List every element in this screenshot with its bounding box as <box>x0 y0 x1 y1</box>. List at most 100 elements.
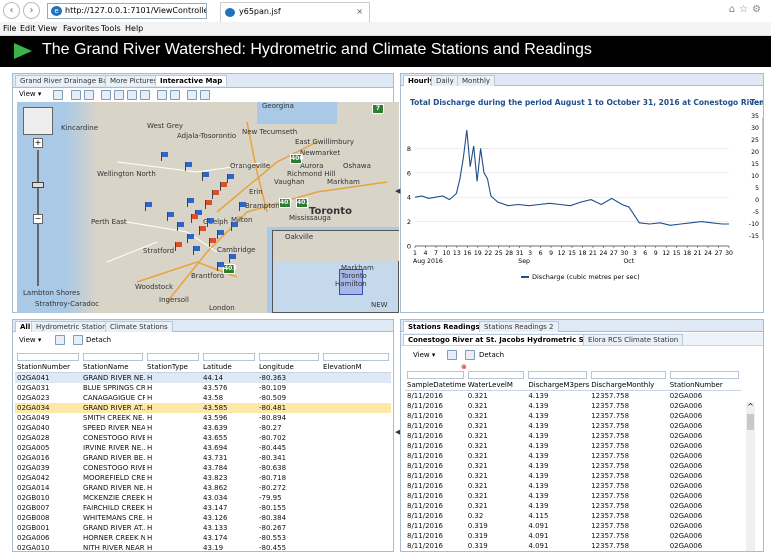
filter-input[interactable] <box>669 371 739 379</box>
station-flag-icon[interactable] <box>231 222 238 231</box>
tab-more-pictures[interactable]: More Pictures <box>105 75 163 86</box>
table-row[interactable]: 8/11/2016 0.321 4.139 12357.758 02GA006 <box>405 461 741 471</box>
station-flag-icon[interactable] <box>217 230 224 239</box>
station-flag-icon[interactable] <box>220 182 227 191</box>
table-row[interactable]: 02GB007 FAIRCHILD CREEK... H 43.147 -80.155 <box>15 503 391 513</box>
table-row[interactable]: 02GA042 MOOREFIELD CRE...H 43.823 -80.718 <box>15 473 391 483</box>
tab-interactive-map[interactable]: Interactive Map <box>155 75 228 86</box>
scrollbar[interactable]: ^ <box>746 402 755 551</box>
filter-input[interactable] <box>259 353 319 361</box>
export-icon[interactable] <box>55 335 65 345</box>
menu-view[interactable]: View <box>38 23 57 35</box>
pointer-icon[interactable] <box>140 90 150 100</box>
filter-input[interactable] <box>147 353 199 361</box>
filter-input[interactable] <box>407 371 464 379</box>
table-row[interactable]: 02GA016 GRAND RIVER BE... H 43.731 -80.341 <box>15 453 391 463</box>
table-row[interactable]: 02GA010 NITH RIVER NEAR... H 43.19 -80.455 <box>15 543 391 551</box>
table-row[interactable]: 02GA040 SPEED RIVER NEA...H 43.639 -80.27 <box>15 423 391 433</box>
table-row[interactable]: 8/11/2016 0.319 4.091 12357.758 02GA006 <box>405 541 741 551</box>
tab-monthly[interactable]: Monthly <box>457 75 496 86</box>
table-row[interactable]: 02GA023 CANAGAGIGUE CR...H 43.58 -80.509 <box>15 393 391 403</box>
back-button[interactable]: ‹ <box>3 2 20 19</box>
filter-input[interactable] <box>203 353 255 361</box>
export-icon[interactable] <box>447 350 457 360</box>
station-flag-icon[interactable] <box>205 200 212 209</box>
station-flag-icon[interactable] <box>199 226 206 235</box>
tab-climate-stations[interactable]: Climate Stations <box>105 321 173 332</box>
column-header[interactable]: DischargeMonthly <box>589 380 668 391</box>
zoom-in-icon[interactable] <box>71 90 81 100</box>
menu-file[interactable]: File <box>3 23 16 35</box>
subtab-conestogo-river[interactable]: Conestogo River at St. Jacobs Hydrometri… <box>403 334 613 345</box>
tab-hydrometric-stations[interactable]: Hydrometric Stations <box>31 321 116 332</box>
browser-tab[interactable]: y65pan.jsf × <box>220 2 370 22</box>
table-row[interactable]: 02GA041 GRAND RIVER NE... H 44.14 -80.363 <box>15 372 391 383</box>
browser-right-icons[interactable]: ⌂☆⚙ <box>729 4 765 15</box>
collapse-arrow-icon[interactable]: ◀ <box>395 187 400 195</box>
filter-input[interactable] <box>17 353 79 361</box>
station-flag-icon[interactable] <box>227 174 234 183</box>
table-row[interactable]: 02GA031 BLUE SPRINGS CR...H 43.576 -80.109 <box>15 383 391 393</box>
table-row[interactable]: 02GA039 CONESTOGO RIVE...H 43.784 -80.638 <box>15 463 391 473</box>
menu-tools[interactable]: Tools <box>101 23 121 35</box>
detach-icon[interactable] <box>73 335 83 345</box>
address-bar[interactable]: ehttp://127.0.0.1:7101/ViewController/fa… <box>47 3 207 19</box>
column-header[interactable]: StationType <box>145 362 201 373</box>
table-row[interactable]: 8/11/2016 0.321 4.139 12357.758 02GA006 <box>405 451 741 461</box>
view-menu[interactable]: View ▾ <box>413 349 435 361</box>
table-row[interactable]: 8/11/2016 0.321 4.139 12357.758 02GA006 <box>405 441 741 451</box>
column-header[interactable]: WaterLevelM <box>465 380 527 391</box>
column-header[interactable]: SampleDatetime <box>405 380 466 391</box>
station-flag-icon[interactable] <box>161 152 168 161</box>
menu-favorites[interactable]: Favorites <box>63 23 99 35</box>
table-row[interactable]: 8/11/2016 0.321 4.139 12357.758 02GA006 <box>405 421 741 431</box>
filter-input[interactable] <box>83 353 143 361</box>
filter-input[interactable] <box>323 353 389 361</box>
view-menu[interactable]: View ▾ <box>19 88 41 100</box>
subtab-elora-climate[interactable]: Elora RCS Climate Station <box>583 334 684 345</box>
scroll-up-icon[interactable]: ^ <box>746 402 755 412</box>
view-menu[interactable]: View ▾ <box>19 334 41 346</box>
table-row[interactable]: 02GA028 CONESTOGO RIVE...H 43.655 -80.702 <box>15 433 391 443</box>
table-row[interactable]: 8/11/2016 0.319 4.091 12357.758 02GA006 <box>405 531 741 541</box>
station-flag-icon[interactable] <box>187 234 194 243</box>
forward-button[interactable]: › <box>23 2 40 19</box>
info-icon[interactable] <box>127 90 137 100</box>
station-flag-icon[interactable] <box>229 254 236 263</box>
station-flag-icon[interactable] <box>212 190 219 199</box>
table-row[interactable]: 8/11/2016 0.321 4.139 12357.758 02GA006 <box>405 411 741 421</box>
station-flag-icon[interactable] <box>193 246 200 255</box>
diamond-icon[interactable] <box>200 90 210 100</box>
column-header[interactable]: Longitude <box>257 362 321 373</box>
scroll-thumb[interactable] <box>747 414 754 430</box>
table-row[interactable]: 02GA034 GRAND RIVER AT... H 43.585 -80.481 <box>15 403 391 413</box>
menu-edit[interactable]: Edit <box>20 23 36 35</box>
table-row[interactable]: 02GA049 SMITH CREEK NE... H 43.596 -80.894 <box>15 413 391 423</box>
station-flag-icon[interactable] <box>217 262 224 271</box>
table-row[interactable]: 8/11/2016 0.321 4.139 12357.758 02GA006 <box>405 401 741 411</box>
table-row[interactable]: 02GB001 GRAND RIVER AT... H 43.133 -80.267 <box>15 523 391 533</box>
column-header[interactable]: Latitude <box>201 362 257 373</box>
select-icon[interactable] <box>101 90 111 100</box>
filter-input[interactable] <box>591 371 666 379</box>
column-header[interactable]: StationNumber <box>667 380 741 391</box>
menu-help[interactable]: Help <box>125 23 143 35</box>
station-flag-icon[interactable] <box>167 212 174 221</box>
tab-stations-readings-2[interactable]: Stations Readings 2 <box>479 321 559 332</box>
table-row[interactable]: 02GA006 HORNER CREEK N...H 43.174 -80.553 <box>15 533 391 543</box>
table-row[interactable]: 8/11/2016 0.321 4.139 12357.758 02GA006 <box>405 431 741 441</box>
grid-icon[interactable] <box>170 90 180 100</box>
station-flag-icon[interactable] <box>187 198 194 207</box>
detach-button[interactable]: Detach <box>479 349 504 361</box>
layers-icon[interactable] <box>187 90 197 100</box>
table-row[interactable]: 8/11/2016 0.321 4.139 12357.758 02GA006 <box>405 501 741 511</box>
station-flag-icon[interactable] <box>209 238 216 247</box>
table-row[interactable]: 02GB010 MCKENZIE CREEK... H 43.034 -79.95 <box>15 493 391 503</box>
station-flag-icon[interactable] <box>191 214 198 223</box>
table-row[interactable]: 02GA005 IRVINE RIVER NE... H 43.694 -80.445 <box>15 443 391 453</box>
station-flag-icon[interactable] <box>177 222 184 231</box>
station-flag-icon[interactable] <box>239 202 246 211</box>
table-row[interactable]: 8/11/2016 0.32 4.115 12357.758 02GA006 <box>405 511 741 521</box>
close-tab-icon[interactable]: × <box>356 3 363 21</box>
column-header[interactable]: StationName <box>81 362 145 373</box>
